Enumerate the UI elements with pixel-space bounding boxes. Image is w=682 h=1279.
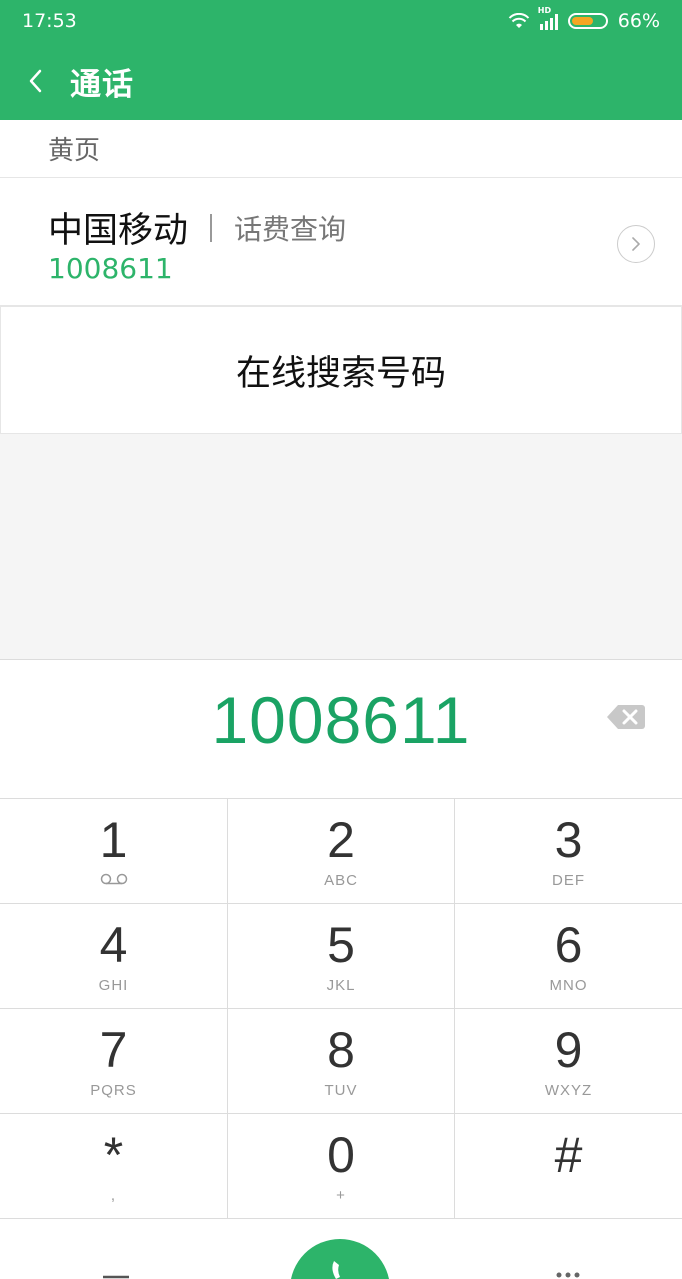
online-search-label: 在线搜索号码 <box>235 353 446 394</box>
entry-name: 中国移动 <box>48 211 189 251</box>
key-6[interactable]: 6 MNO <box>455 904 682 1009</box>
key-2[interactable]: 2 ABC <box>228 799 455 904</box>
status-bar: 17:53 HD 66% <box>0 0 682 42</box>
key-star[interactable]: * , <box>0 1114 228 1219</box>
entry-separator <box>210 213 213 242</box>
app-header: 通话 <box>0 42 682 120</box>
key-1[interactable]: 1 <box>0 799 228 904</box>
chevron-right-icon <box>632 237 640 251</box>
page-title: 通话 <box>70 66 134 103</box>
key-letters: DEF <box>552 872 585 889</box>
key-digit: 5 <box>327 917 355 973</box>
key-9[interactable]: 9 WXYZ <box>455 1009 682 1114</box>
key-digit: 7 <box>99 1022 128 1078</box>
online-search-button[interactable]: 在线搜索号码 <box>0 306 682 434</box>
key-digit: 0 <box>327 1127 355 1183</box>
dial-display: 1008611 <box>0 659 682 799</box>
entry-number: 1008611 <box>48 252 173 285</box>
status-time: 17:53 <box>22 10 77 32</box>
battery-fill <box>571 17 593 25</box>
key-letters: MNO <box>549 977 588 994</box>
yellow-pages-entry[interactable]: 中国移动 话费查询 1008611 <box>0 178 682 306</box>
key-4[interactable]: 4 GHI <box>0 904 228 1009</box>
key-letters: , <box>110 1187 117 1204</box>
dial-keypad: 1 2 ABC 3 DEF 4 GHI 5 JKL 6 MNO 7 PQRS 8… <box>0 799 682 1219</box>
key-digit: 3 <box>554 812 583 868</box>
key-letters: GHI <box>98 977 129 994</box>
key-digit: * <box>103 1127 124 1183</box>
backspace-icon[interactable] <box>606 703 646 731</box>
key-letters: PQRS <box>90 1082 137 1099</box>
key-8[interactable]: 8 TUV <box>228 1009 455 1114</box>
back-button[interactable] <box>0 42 70 120</box>
key-letters: TUV <box>324 1082 358 1099</box>
entry-detail-button[interactable] <box>617 225 655 263</box>
voicemail-icon <box>100 873 127 885</box>
battery-percent: 66% <box>617 10 660 32</box>
call-button[interactable] <box>290 1239 390 1279</box>
key-digit: 1 <box>99 812 128 868</box>
wifi-icon <box>508 13 529 28</box>
key-digit: 2 <box>327 812 355 868</box>
menu-icon[interactable] <box>103 1275 129 1279</box>
bottom-bar <box>0 1219 682 1279</box>
key-digit: 6 <box>554 917 583 973</box>
key-0[interactable]: 0 + <box>228 1114 455 1219</box>
entry-service: 话费查询 <box>234 212 347 246</box>
chevron-left-icon <box>29 69 42 93</box>
key-letters: ABC <box>324 872 358 889</box>
status-icons: HD 66% <box>508 6 660 32</box>
yellow-pages-title: 黄页 <box>0 120 682 178</box>
yellow-pages-label: 黄页 <box>48 136 101 166</box>
key-3[interactable]: 3 DEF <box>455 799 682 904</box>
key-letters: WXYZ <box>544 1082 593 1099</box>
key-5[interactable]: 5 JKL <box>228 904 455 1009</box>
keypad-toggle-icon[interactable] <box>555 1269 581 1279</box>
network-type-label: HD <box>537 6 552 15</box>
key-hash[interactable]: # <box>455 1114 682 1219</box>
key-digit: 4 <box>99 917 128 973</box>
dialed-number: 1008611 <box>211 683 471 757</box>
key-7[interactable]: 7 PQRS <box>0 1009 228 1114</box>
key-letters: + <box>336 1187 346 1204</box>
signal-icon: HD <box>538 6 558 30</box>
battery-icon <box>567 13 608 29</box>
key-digit: # <box>554 1127 583 1183</box>
key-digit: 9 <box>554 1022 583 1078</box>
key-letters: JKL <box>326 977 356 994</box>
entry-title-line: 中国移动 话费查询 <box>48 202 346 253</box>
phone-icon <box>332 1261 340 1279</box>
key-digit: 8 <box>327 1022 355 1078</box>
